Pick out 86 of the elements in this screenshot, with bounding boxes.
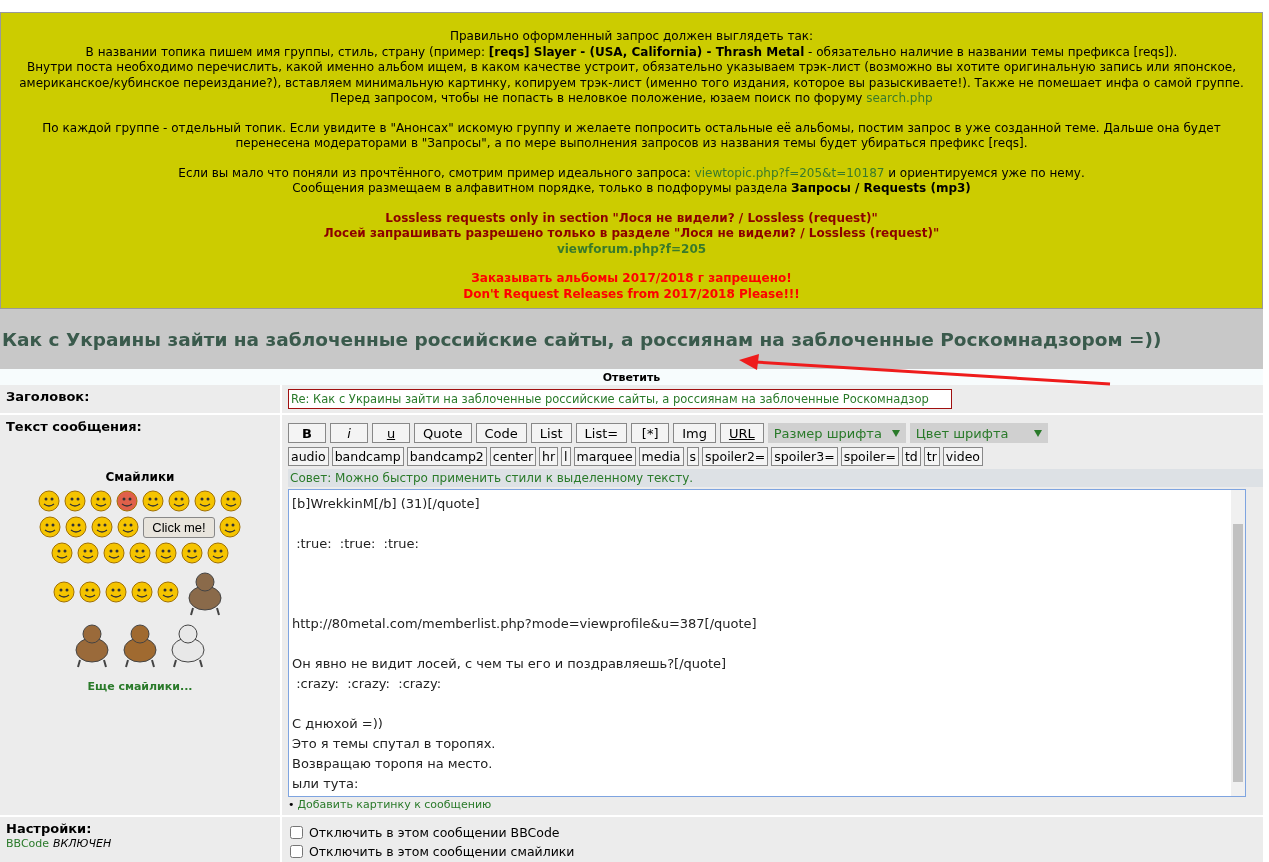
- subject-field[interactable]: Re: Как с Украины зайти на заблоченные российские сайты, а россиянам на заблоченные Роскомнадзор: [288, 389, 952, 409]
- smiley-icon[interactable]: [105, 581, 127, 603]
- smiley-icon[interactable]: [155, 542, 177, 564]
- add-image-link[interactable]: Добавить картинку к сообщению: [297, 798, 492, 811]
- smiley-icon[interactable]: [220, 490, 242, 512]
- smiley-icon[interactable]: [103, 542, 125, 564]
- notice-text: Лосей запрашивать разрешено только в разделе "Лося не видели? / Lossless (request)": [323, 226, 940, 240]
- format-button[interactable]: B: [288, 423, 326, 443]
- smiley-icon[interactable]: [157, 581, 179, 603]
- smiley-icon[interactable]: [91, 516, 114, 538]
- caret-icon: [1033, 429, 1042, 437]
- smiley-icon[interactable]: [207, 542, 229, 564]
- tag-button[interactable]: audio: [288, 447, 329, 466]
- topic-title: Как с Украины зайти на заблоченные российские сайты, а россиянам на заблоченные Роскомнадзором =)): [2, 328, 1162, 350]
- font-dropdown[interactable]: Цвет шрифта: [909, 423, 1048, 443]
- notice-text: Перед запросом, чтобы не попасть в неловкое положение, юзаем поиск по форуму: [330, 91, 864, 105]
- smiley-icon[interactable]: [194, 490, 216, 512]
- smiley-icon[interactable]: [51, 542, 73, 564]
- notice-text: и ориентируемся уже по нему.: [887, 165, 1085, 180]
- notice-text: Правильно оформленный запрос должен выглядеть так:: [449, 29, 814, 43]
- notice-text: В названии топика пишем имя группы, стиль, страну (пример: [reqs] Slayer - (USA, California) - Thrash Metal - обязательно наличие в названии темы префикса [reqs]).: [85, 44, 1178, 59]
- notice-text: Lossless requests only in section "Лося не видели? / Lossless (request)": [385, 210, 878, 225]
- click-me-button[interactable]: Click me!: [143, 516, 215, 538]
- notice-text: По каждой группе - отдельный топик. Если увидите в "Анонсах" искомую группу и желаете попросить остальные её альбомы, постим запрос в уже созданной теме. Дальше она будет перенесена модераторами в "Запросы", а по мере выполнения запросов из названия темы будет убираться префикс [reqs].: [42, 120, 1221, 150]
- tag-button[interactable]: spoiler2=: [702, 447, 769, 466]
- format-button[interactable]: List: [530, 423, 572, 443]
- tag-button[interactable]: bandcamp2: [406, 447, 487, 466]
- smiley-icon[interactable]: [65, 516, 88, 538]
- smiley-icon[interactable]: [129, 542, 151, 564]
- hint-text: Совет: Можно быстро применить стили к выделенному тексту.: [288, 469, 1263, 487]
- option-checkbox[interactable]: [290, 845, 303, 858]
- notice-text: Внутри поста необходимо перечислить, какой именно альбом ищем, в каком качестве устроит, обязательно указываем трэк-лист (возможно вы хотите оригинальную запись или японское, американское/кубинское переиздание?), вставляем минимальную картинку, копируем трэк-лист (именно того издания, которое вы разыскиваете!). Также не помешает инфа о самой группе.: [19, 60, 1244, 90]
- tag-button[interactable]: marquee: [573, 447, 636, 466]
- tag-button[interactable]: spoiler=: [840, 447, 899, 466]
- field-label: Заголовок:: [6, 389, 90, 404]
- smiley-icon[interactable]: [79, 581, 101, 603]
- format-button[interactable]: Code: [475, 423, 527, 443]
- format-button[interactable]: [*]: [631, 423, 670, 443]
- smiley-icon[interactable]: [142, 490, 164, 512]
- tag-button[interactable]: media: [638, 447, 684, 466]
- option-label: Отключить в этом сообщении BBCode: [309, 825, 560, 840]
- caret-icon: [891, 429, 900, 437]
- format-button[interactable]: URL: [719, 423, 764, 443]
- more-smilies-link[interactable]: Еще смайлики...: [87, 680, 193, 693]
- format-button[interactable]: u: [372, 423, 410, 443]
- smiley-icon[interactable]: [64, 490, 86, 512]
- tag-button[interactable]: bandcamp: [331, 447, 404, 466]
- smiley-icon[interactable]: [38, 490, 60, 512]
- notice-text: Don't Request Releases from 2017/2018 Please!!!: [463, 286, 800, 301]
- format-button[interactable]: Quote: [414, 423, 472, 443]
- field-label: Текст сообщения:: [6, 419, 142, 434]
- format-button[interactable]: i: [330, 423, 368, 443]
- bbcode-state: ВКЛЮЧЕН: [52, 837, 112, 850]
- smiley-icon[interactable]: [116, 490, 138, 512]
- font-dropdown[interactable]: Размер шрифта: [767, 423, 906, 443]
- tag-button[interactable]: s: [686, 447, 700, 466]
- smilies-title: Смайлики: [104, 470, 176, 484]
- bbcode-link[interactable]: BBCode: [6, 837, 50, 850]
- smiley-icon[interactable]: [168, 490, 190, 512]
- smiley-icon[interactable]: [131, 581, 153, 603]
- option-label: Отключить в этом сообщении смайлики: [309, 844, 575, 859]
- tag-button[interactable]: td: [901, 447, 921, 466]
- notice-text: Заказывать альбомы 2017/2018 г запрещено!: [471, 271, 792, 285]
- tag-button[interactable]: l: [561, 447, 571, 466]
- message-field[interactable]: [b]WrekkinM[/b] (31)[/quote] :true: :true: :true: http://80metal.com/memberlist.php?mode=viewprofile&u=387[/quote] Он явно не видит лосей, с чем ты его и поздравляешь?[/quote] :crazy: :crazy: :crazy: С днюхой =)) Это я темы спутал в торопях. Возвращаю торопя на место. ыли тута:: [288, 489, 1246, 797]
- tag-button[interactable]: hr: [539, 447, 559, 466]
- option-checkbox[interactable]: [290, 826, 303, 839]
- smiley-icon[interactable]: [181, 542, 203, 564]
- tag-button[interactable]: spoiler3=: [771, 447, 838, 466]
- smiley-icon[interactable]: [53, 581, 75, 603]
- tag-button[interactable]: center: [489, 447, 537, 466]
- tag-button[interactable]: tr: [923, 447, 940, 466]
- tag-button[interactable]: video: [942, 447, 983, 466]
- smiley-icon[interactable]: [77, 542, 99, 564]
- notice-text: Сообщения размещаем в алфавитном порядке, только в подфорумы раздела Запросы / Requests (mp3): [292, 181, 971, 195]
- form-heading: Ответить: [0, 369, 1263, 385]
- smiley-icon[interactable]: [218, 516, 241, 538]
- smiley-icon[interactable]: [90, 490, 112, 512]
- format-button[interactable]: List=: [575, 423, 628, 443]
- format-button[interactable]: Img: [673, 423, 716, 443]
- smiley-icon[interactable]: [117, 516, 140, 538]
- bullet: •: [288, 798, 295, 811]
- field-label: Настройки:: [6, 821, 92, 836]
- scrollbar[interactable]: [1231, 490, 1245, 796]
- smiley-icon[interactable]: [39, 516, 62, 538]
- notice-text: Если вы мало что поняли из прочтённого, смотрим пример идеального запроса:: [178, 165, 692, 180]
